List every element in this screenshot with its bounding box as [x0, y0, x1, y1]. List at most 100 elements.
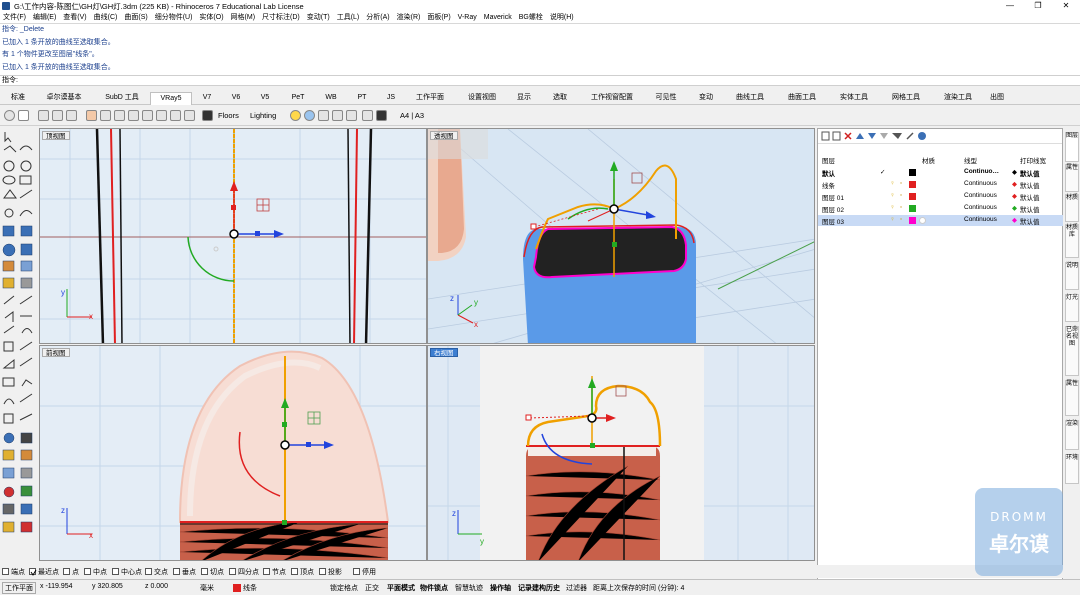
- osnap-perpendicular[interactable]: 垂点: [182, 567, 196, 577]
- menu-transform[interactable]: 变动(T): [307, 12, 330, 23]
- record-history-toggle[interactable]: 记录建构历史: [518, 583, 560, 593]
- osnap-checkbox[interactable]: [29, 568, 37, 576]
- tab-display[interactable]: 显示: [510, 92, 538, 105]
- layer-name[interactable]: 线条: [822, 180, 835, 190]
- tab-cplane[interactable]: 工作平面: [408, 92, 452, 105]
- menu-dimension[interactable]: 尺寸标注(D): [262, 12, 300, 23]
- osnap-checkbox[interactable]: [145, 568, 152, 575]
- menu-help[interactable]: 说明(H): [550, 12, 574, 23]
- osnap-vertex[interactable]: 顶点: [300, 567, 314, 577]
- column-linetype[interactable]: 线型: [964, 155, 977, 165]
- planar-toggle[interactable]: 平面模式: [387, 583, 415, 593]
- sky-icon[interactable]: [304, 110, 315, 121]
- restore-button[interactable]: ❐: [1024, 0, 1052, 12]
- layer-linetype[interactable]: Continuous: [964, 216, 997, 223]
- column-material[interactable]: 材质: [922, 155, 935, 165]
- osnap-checkbox[interactable]: [63, 568, 70, 575]
- lock-icon[interactable]: ▫: [900, 216, 902, 223]
- layer-print[interactable]: 默认值: [1020, 180, 1040, 190]
- command-prompt[interactable]: 指令:: [0, 75, 1080, 86]
- layer-row-03[interactable]: 图层 03 ♀ ▫ Continuous ◆ 默认值: [818, 215, 1063, 226]
- layer-name[interactable]: 默认: [822, 168, 835, 178]
- tool-icons[interactable]: [0, 128, 38, 580]
- spot-icon[interactable]: [318, 110, 329, 121]
- viewport-label-front[interactable]: 前视图: [42, 348, 70, 357]
- menu-bg-bolt[interactable]: BG螺栓: [519, 12, 543, 23]
- menu-mesh[interactable]: 网格(M): [231, 12, 256, 23]
- tab-subd-tools[interactable]: SubD 工具: [96, 92, 148, 105]
- front-view-canvas[interactable]: z x: [40, 346, 427, 561]
- top-view-canvas[interactable]: y x: [40, 129, 427, 344]
- ies-icon[interactable]: [332, 110, 343, 121]
- layer-color-swatch[interactable]: [909, 217, 916, 224]
- osnap-tangent[interactable]: 切点: [210, 567, 224, 577]
- frame-buffer-icon[interactable]: [52, 110, 63, 121]
- grid-snap-toggle[interactable]: 锁定格点: [330, 583, 358, 593]
- viewport-top[interactable]: 顶视图 y x: [39, 128, 427, 344]
- floors-icon[interactable]: [202, 110, 213, 121]
- ortho-toggle[interactable]: 正交: [365, 583, 379, 593]
- osnap-checkbox[interactable]: [291, 568, 298, 575]
- tab-setview[interactable]: 设置视图: [460, 92, 504, 105]
- osnap-checkbox[interactable]: [201, 568, 208, 575]
- viewport-front[interactable]: 前视图 z x: [39, 345, 427, 561]
- interactive-render-icon[interactable]: [66, 110, 77, 121]
- osnap-disable[interactable]: 停用: [362, 567, 376, 577]
- layer-row-02[interactable]: 图层 02 ♀ ▫ Continuous ◆ 默认值: [818, 203, 1063, 214]
- osnap-quadrant[interactable]: 四分点: [238, 567, 259, 577]
- layer-color-swatch[interactable]: [909, 181, 916, 188]
- osnap-checkbox[interactable]: [173, 568, 180, 575]
- osnap-near[interactable]: 最近点: [38, 567, 59, 577]
- tab-attributes[interactable]: 属性: [1065, 380, 1079, 416]
- layer-name[interactable]: 图层 01: [822, 192, 844, 202]
- layer-name[interactable]: 图层 02: [822, 204, 844, 214]
- visible-bulb-icon[interactable]: ♀: [890, 192, 895, 199]
- layer-print[interactable]: 默认值: [1020, 204, 1040, 214]
- vray-settings-icon[interactable]: [18, 110, 29, 121]
- menu-solid[interactable]: 实体(O): [199, 12, 223, 23]
- column-name[interactable]: 图层: [822, 155, 835, 165]
- menu-surface[interactable]: 曲面(S): [124, 12, 147, 23]
- tab-solid-tools[interactable]: 实体工具: [832, 92, 876, 105]
- tab-zrm-basic[interactable]: 卓尔谟基本: [38, 92, 90, 105]
- menu-edit[interactable]: 编辑(E): [33, 12, 56, 23]
- fur-icon[interactable]: [156, 110, 167, 121]
- cplane-selector[interactable]: 工作平面: [2, 582, 36, 594]
- visible-bulb-icon[interactable]: ♀: [890, 180, 895, 187]
- tab-select[interactable]: 选取: [546, 92, 574, 105]
- menu-view[interactable]: 查看(V): [63, 12, 86, 23]
- asset-editor-icon[interactable]: [38, 110, 49, 121]
- layer-color-swatch[interactable]: [909, 193, 916, 200]
- column-print-color[interactable]: 打印线宽: [1020, 155, 1046, 165]
- tab-layers[interactable]: 图层: [1065, 132, 1079, 162]
- menu-analyze[interactable]: 分析(A): [366, 12, 389, 23]
- osnap-checkbox[interactable]: [229, 568, 236, 575]
- tab-pt[interactable]: PT: [350, 92, 374, 105]
- osnap-end[interactable]: 端点: [11, 567, 25, 577]
- cube-icon[interactable]: [376, 110, 387, 121]
- sun-icon[interactable]: [128, 110, 139, 121]
- osnap-checkbox[interactable]: [112, 568, 119, 575]
- viewport-right[interactable]: 右视图 z y: [427, 345, 815, 561]
- tab-render-tools[interactable]: 渲染工具: [936, 92, 980, 105]
- menu-panels[interactable]: 面板(P): [427, 12, 450, 23]
- menu-vray[interactable]: V-Ray: [458, 12, 477, 23]
- tab-help[interactable]: 说明: [1065, 262, 1079, 290]
- tab-transform[interactable]: 变动: [692, 92, 720, 105]
- render-icon[interactable]: [4, 110, 15, 121]
- tab-named-views[interactable]: 已命名视图: [1065, 326, 1079, 376]
- osnap-point[interactable]: 点: [72, 567, 79, 577]
- clipper-icon[interactable]: [184, 110, 195, 121]
- tab-materials[interactable]: 材质: [1065, 194, 1079, 222]
- layer-row-lines[interactable]: 线条 ♀ ▫ Continuous ◆ 默认值: [818, 179, 1063, 190]
- tab-visibility[interactable]: 可见性: [648, 92, 684, 105]
- current-layer[interactable]: 线条: [243, 583, 257, 593]
- smarttrack-toggle[interactable]: 智慧轨迹: [455, 583, 483, 593]
- osnap-project[interactable]: 投影: [328, 567, 342, 577]
- tab-mesh-tools[interactable]: 网格工具: [884, 92, 928, 105]
- material-icon[interactable]: [86, 110, 97, 121]
- layer-linetype[interactable]: Continuous: [964, 204, 997, 211]
- tab-surface-tools[interactable]: 曲面工具: [780, 92, 824, 105]
- osnap-checkbox[interactable]: [319, 568, 326, 575]
- proxy-icon[interactable]: [170, 110, 181, 121]
